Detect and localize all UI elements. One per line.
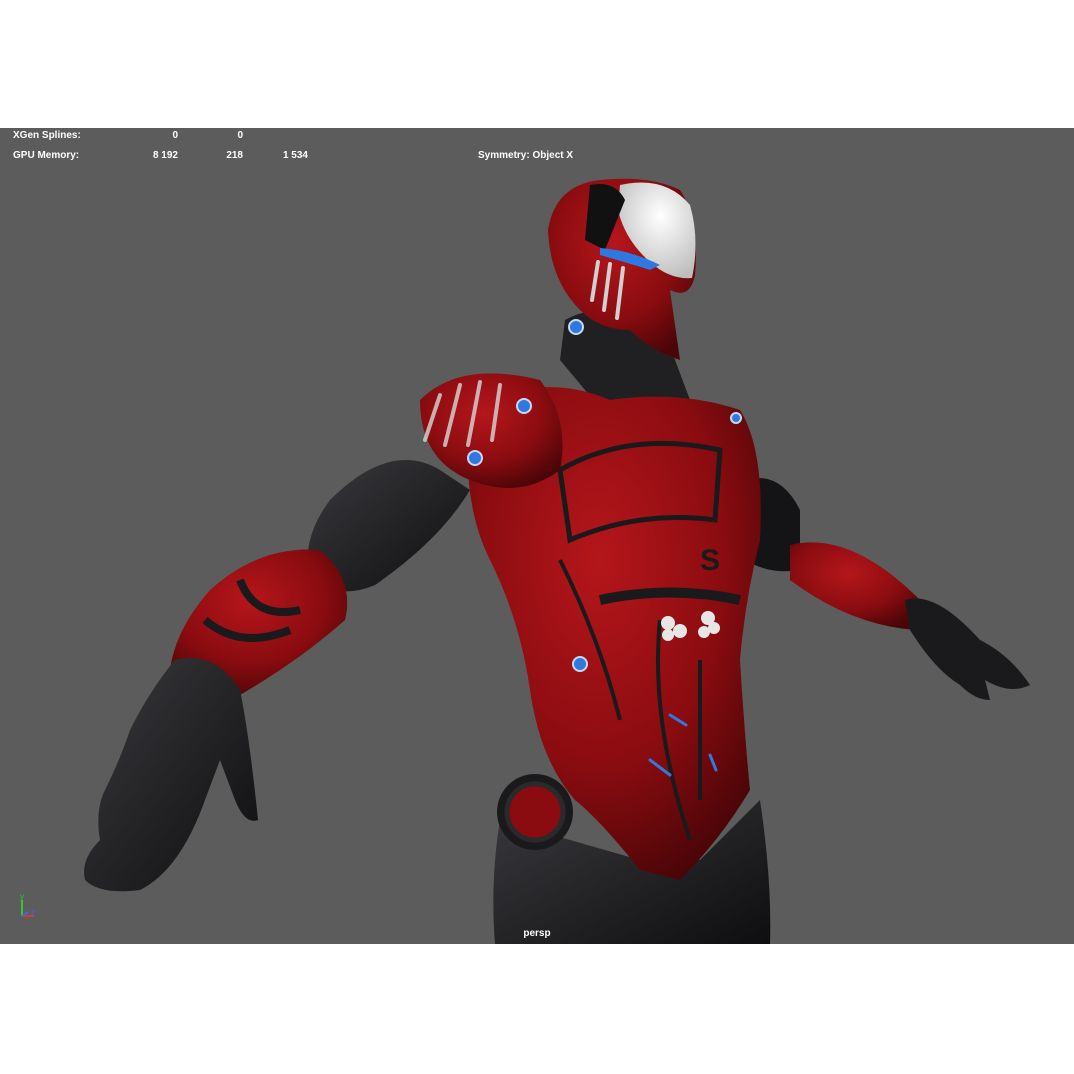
- axis-z-label: z: [31, 908, 35, 917]
- hand-left: [84, 658, 258, 892]
- hand-right: [905, 598, 1030, 700]
- axis-gizmo: y z: [20, 892, 35, 917]
- svg-text:S: S: [700, 544, 720, 577]
- maya-viewport[interactable]: XGen Splines: 0 0 GPU Memory: 8 192 218 …: [0, 128, 1074, 944]
- shoulder-left: [420, 373, 563, 488]
- character-model[interactable]: S: [0, 128, 1074, 944]
- camera-label: persp: [523, 928, 551, 939]
- axis-y-label: y: [20, 892, 24, 901]
- arm-right-forearm: [790, 542, 920, 630]
